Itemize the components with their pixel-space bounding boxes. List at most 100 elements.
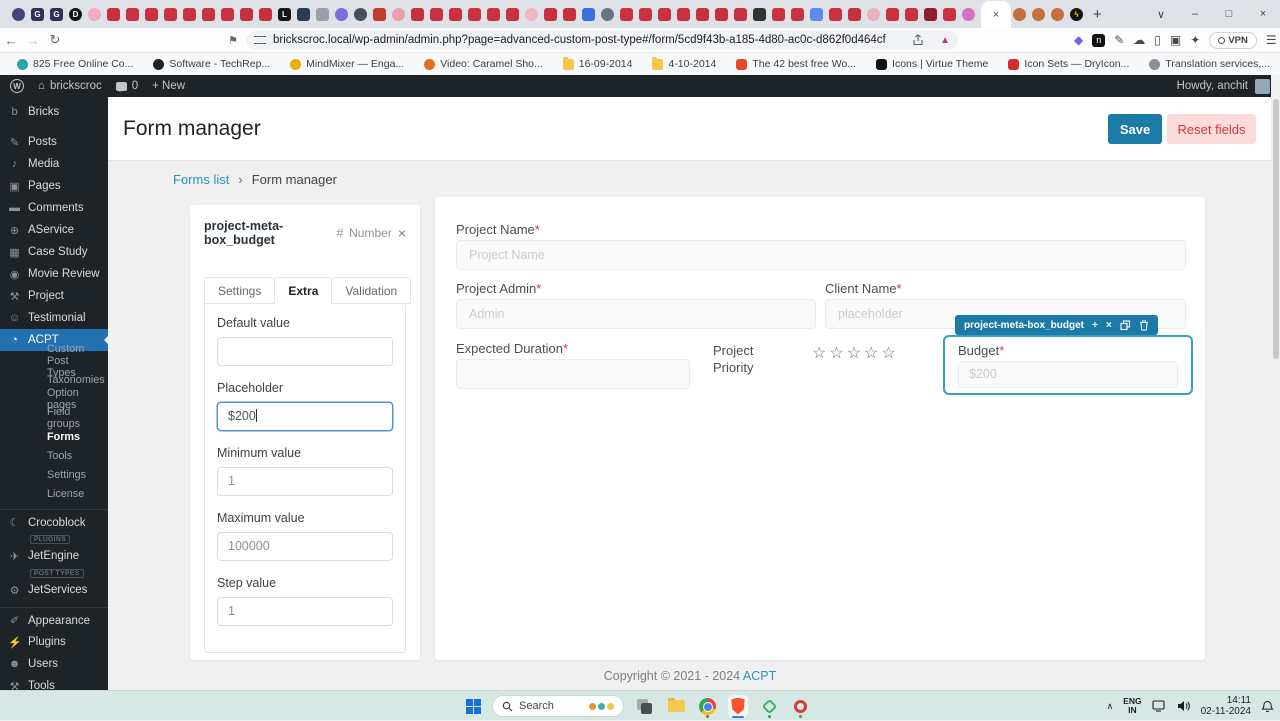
- sidebar-item[interactable]: ♪ Media: [0, 153, 108, 175]
- minimize-icon[interactable]: –: [1178, 8, 1212, 20]
- pinned-tab-favicon[interactable]: [88, 8, 101, 21]
- pinned-tab-favicon[interactable]: [525, 8, 538, 21]
- start-button-icon[interactable]: [466, 699, 481, 714]
- sidebar-item[interactable]: ☺ Testimonial: [0, 307, 108, 329]
- admin-bar-account[interactable]: Howdy, anchit: [1177, 79, 1270, 94]
- field-setting-input[interactable]: 1: [217, 467, 393, 496]
- sidebar-item[interactable]: ▦ Case Study: [0, 241, 108, 263]
- field-panel-tab[interactable]: Validation: [331, 277, 411, 304]
- pinned-tab-favicon[interactable]: [677, 8, 690, 21]
- speaker-icon[interactable]: [1177, 700, 1191, 712]
- star-icon[interactable]: ☆: [864, 345, 881, 362]
- pinned-tab-favicon[interactable]: [1051, 8, 1064, 21]
- sidebar-item[interactable]: ⚒ Tools: [0, 675, 108, 690]
- tab-close-icon[interactable]: ×: [993, 9, 999, 21]
- language-indicator[interactable]: ENGIN: [1123, 697, 1141, 715]
- extension-wallet-icon[interactable]: ▣: [1170, 33, 1181, 47]
- pinned-tab-favicon[interactable]: [563, 8, 576, 21]
- sidebar-item[interactable]: ⚒ Project: [0, 285, 108, 307]
- pinned-tab-favicon[interactable]: [487, 8, 500, 21]
- close-icon[interactable]: ×: [398, 225, 406, 241]
- vpn-button[interactable]: VPN: [1209, 32, 1257, 49]
- pinned-tab-favicon[interactable]: [620, 8, 633, 21]
- pinned-tab-favicon[interactable]: [316, 8, 329, 21]
- sidebar-item[interactable]: ☾ Crocoblock: [0, 509, 108, 533]
- reload-icon[interactable]: ↻: [44, 32, 66, 48]
- pinned-tab-favicon[interactable]: [449, 8, 462, 21]
- pinned-tab-favicon[interactable]: [582, 8, 595, 21]
- pinned-tab-favicon[interactable]: [183, 8, 196, 21]
- pinned-tab-favicon[interactable]: [734, 8, 747, 21]
- brave-browser-icon[interactable]: [728, 695, 748, 717]
- star-icon[interactable]: ☆: [847, 345, 864, 362]
- extension-diamond-icon[interactable]: ◆: [1074, 33, 1083, 47]
- network-icon[interactable]: [1152, 700, 1167, 712]
- pinned-tab-favicon[interactable]: [335, 8, 348, 21]
- sidebar-item[interactable]: b Bricks: [0, 101, 108, 123]
- bookmark-item[interactable]: The 42 best free Wo...: [729, 55, 863, 73]
- pinned-tab-favicon[interactable]: [601, 8, 614, 21]
- red-circle-app-icon[interactable]: [790, 695, 810, 717]
- site-settings-icon[interactable]: [254, 36, 266, 44]
- pinned-tab-favicon[interactable]: [696, 8, 709, 21]
- sidebar-item[interactable]: ▬ Comments: [0, 197, 108, 219]
- adblock-triangle-icon[interactable]: ▲: [940, 35, 950, 46]
- sidebar-item[interactable]: Field groups: [0, 408, 108, 427]
- pinned-tab-favicon[interactable]: [392, 8, 405, 21]
- pinned-tab-favicon[interactable]: [943, 8, 956, 21]
- sidebar-item[interactable]: ☻ Users: [0, 653, 108, 675]
- pinned-tab-favicon[interactable]: [468, 8, 481, 21]
- pinned-tab-favicon[interactable]: [658, 8, 671, 21]
- pinned-tab-favicon[interactable]: [221, 8, 234, 21]
- project-name-input[interactable]: Project Name: [456, 240, 1186, 270]
- address-bar[interactable]: brickscroc.local/wp-admin/admin.php?page…: [246, 31, 958, 50]
- sidebar-item[interactable]: ✎ Posts: [0, 131, 108, 153]
- star-icon[interactable]: ☆: [829, 345, 846, 362]
- pinned-tab-favicon[interactable]: [506, 8, 519, 21]
- task-view-icon[interactable]: [635, 695, 655, 717]
- url-text[interactable]: brickscroc.local/wp-admin/admin.php?page…: [273, 34, 904, 46]
- pinned-tab-favicon[interactable]: [354, 8, 367, 21]
- sidebar-item[interactable]: POST TYPES: [0, 567, 108, 579]
- pinned-tab-favicon[interactable]: [297, 8, 310, 21]
- pinned-tab-favicon[interactable]: [1013, 8, 1026, 21]
- acpt-link[interactable]: ACPT: [743, 669, 776, 683]
- pinned-tab-favicon[interactable]: [924, 8, 937, 21]
- bookmark-item[interactable]: Icon Sets — DryIcon...: [1001, 55, 1136, 73]
- pinned-tab-favicon[interactable]: [202, 8, 215, 21]
- chrome-icon[interactable]: [697, 695, 717, 717]
- extension-reader-icon[interactable]: ▯: [1154, 33, 1161, 47]
- pinned-tab-favicon[interactable]: G: [31, 8, 44, 21]
- sidebar-item[interactable]: ✈ JetEngine: [0, 545, 108, 567]
- back-icon[interactable]: ←: [0, 33, 22, 48]
- admin-bar-site[interactable]: ⌂ brickscroc: [38, 80, 102, 92]
- admin-bar-comments[interactable]: 0: [116, 80, 138, 92]
- pinned-tab-favicon[interactable]: L: [278, 8, 291, 21]
- budget-field-highlight[interactable]: Budget* $200: [943, 335, 1193, 395]
- pinned-tab-favicon[interactable]: [962, 8, 975, 21]
- pinned-tab-favicon[interactable]: [411, 8, 424, 21]
- sidebar-item[interactable]: ⚡ Plugins: [0, 631, 108, 653]
- active-tab[interactable]: ×: [981, 1, 1011, 28]
- file-explorer-icon[interactable]: [666, 695, 686, 717]
- tab-search-icon[interactable]: ∨: [1144, 8, 1178, 21]
- pinned-tab-favicon[interactable]: [639, 8, 652, 21]
- forward-icon[interactable]: →: [22, 33, 44, 48]
- sidebar-item[interactable]: ◉ Movie Review: [0, 263, 108, 285]
- pinned-tab-favicon[interactable]: [753, 8, 766, 21]
- budget-input[interactable]: $200: [958, 361, 1178, 388]
- scrollbar-thumb[interactable]: [1273, 99, 1279, 359]
- bookmark-item[interactable]: 4-10-2014: [645, 55, 723, 73]
- bookmark-item[interactable]: Software - TechRep...: [146, 55, 277, 73]
- pinned-tab-favicon[interactable]: [430, 8, 443, 21]
- duplicate-icon[interactable]: [1120, 320, 1131, 331]
- bookmark-item[interactable]: 16-09-2014: [556, 55, 640, 73]
- maximize-icon[interactable]: □: [1212, 8, 1246, 20]
- pinned-tab-favicon[interactable]: [905, 8, 918, 21]
- pinned-tab-favicon[interactable]: [107, 8, 120, 21]
- pinned-tab-favicon[interactable]: [867, 8, 880, 21]
- extension-ghost-icon[interactable]: ☁: [1133, 33, 1145, 47]
- deselect-icon[interactable]: ×: [1106, 320, 1112, 331]
- pinned-tab-favicon[interactable]: D: [69, 8, 82, 21]
- pinned-tab-favicon[interactable]: [145, 8, 158, 21]
